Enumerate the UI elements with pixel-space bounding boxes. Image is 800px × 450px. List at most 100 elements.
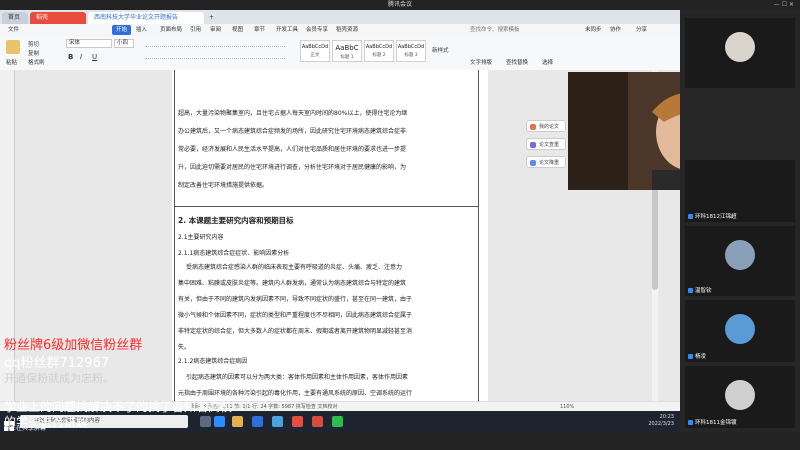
check-icon (530, 142, 536, 148)
select-button[interactable]: 选择 (542, 58, 553, 66)
style-heading-3-name: 标题 3 (404, 53, 418, 58)
menu-review[interactable]: 审阅 (210, 25, 221, 35)
browser-icon[interactable] (272, 416, 283, 427)
tab-document[interactable]: 西南科技大学毕业论文开题报告 (88, 12, 204, 24)
cut-button[interactable]: 剪切 (28, 40, 39, 48)
participant-avatar (725, 32, 755, 62)
participant-tile[interactable]: 环科1812江锦超 (685, 160, 795, 222)
share-button[interactable]: 分享 (636, 25, 647, 35)
style-heading-1[interactable]: AaBbC 标题 1 (332, 40, 362, 62)
window-controls[interactable]: — ☐ ✕ (774, 0, 794, 10)
style-heading-1-name: 标题 1 (340, 55, 354, 60)
doc-text-line: 微小气候和个体因素不同，症状的类型和严重程度也不尽相同，因此病态建筑综合症属于 (178, 312, 413, 319)
table-border-middle (174, 206, 479, 207)
participant-avatar (725, 240, 755, 270)
tencent-meeting-icon[interactable] (214, 416, 225, 427)
my-thesis-label: 我的论文 (539, 124, 560, 130)
find-replace-button[interactable]: 查找替换 (506, 58, 528, 66)
tab-bar: 首页 稻壳 西南科技大学毕业论文开题报告 + (0, 10, 680, 24)
doc-text-line: 超高，大量污染物聚集室内，且住宅占据人每天室内时间的80%以上，使得住宅沦为继 (178, 110, 408, 117)
tab-docer[interactable]: 稻壳 (30, 12, 86, 24)
doc-text-line: 常必要，经济发展和人民生活水平提高，人们对住宅品质和居住环境的要求也进一步提 (178, 146, 407, 153)
copy-button[interactable]: 复制 (28, 49, 39, 57)
edge-browser-icon[interactable] (252, 416, 263, 427)
mic-icon (688, 214, 693, 219)
style-normal[interactable]: AaBbCcDd 正文 (300, 40, 330, 62)
sync-status: 未同步 (585, 27, 602, 33)
style-heading-3[interactable]: AaBbCcDd 标题 3 (396, 40, 426, 62)
overlay-text-fan-badge: 粉丝牌6级加微信粉丝群 (4, 338, 143, 353)
participant-tile[interactable]: 环科1811金锦镀 (685, 366, 795, 428)
doc-text-line: 元指由于周围环境的各种污染引起的毒化作用，主要有通风系统的原因、空调系统的运行 (178, 390, 413, 397)
reduce-duplication-button[interactable]: 论文降重 (526, 156, 566, 168)
alignment-tools[interactable] (145, 53, 285, 59)
menu-insert[interactable]: 插入 (136, 25, 147, 35)
meeting-bottom-bar (0, 432, 800, 450)
paragraph-tools[interactable] (145, 41, 285, 47)
text-tools-button[interactable]: 文字排版 (470, 58, 492, 66)
tab-docer-label: 稻壳 (36, 14, 49, 21)
wps-writer-icon[interactable] (312, 416, 323, 427)
italic-button[interactable]: I (80, 53, 82, 61)
collaborate-button[interactable]: 协作 (610, 25, 621, 35)
overlay-text-qq-group: qq粉丝群712967 (4, 356, 110, 371)
format-painter-button[interactable]: 格式刷 (28, 58, 45, 66)
my-thesis-button[interactable]: 我的论文 (526, 120, 566, 132)
underline-button[interactable]: U (92, 53, 97, 61)
command-search[interactable]: 查找命令、搜索模板 (470, 25, 520, 35)
menu-developer[interactable]: 开发工具 (276, 25, 298, 35)
meeting-title: 腾讯会议 (387, 1, 412, 8)
reduce-duplication-label: 论文降重 (539, 160, 560, 166)
participant-name: 温智钦 (688, 286, 712, 294)
new-style-button[interactable]: 新样式 (432, 46, 449, 54)
font-name-select[interactable]: 宋体 (66, 39, 112, 48)
subsection-heading: 2.1.1病态建筑综合症症状、影响因素分析 (178, 250, 290, 257)
task-view-icon[interactable] (200, 416, 211, 427)
participant-tile[interactable] (685, 18, 795, 88)
participant-name: 环科1812江锦超 (688, 212, 737, 220)
style-heading-2[interactable]: AaBbCcDd 标题 2 (364, 40, 394, 62)
style-heading-2-preview: AaBbCcDd (365, 44, 393, 50)
menu-chapter[interactable]: 章节 (254, 25, 265, 35)
menu-view[interactable]: 视图 (232, 25, 243, 35)
font-size-select[interactable]: 小四 (114, 39, 134, 48)
subsection-heading: 2.1.2病态建筑综合症病因 (178, 358, 248, 365)
menu-file[interactable]: 文件 (8, 25, 19, 35)
subsection-heading: 2.1主要研究内容 (178, 234, 224, 241)
menu-references[interactable]: 引用 (190, 25, 201, 35)
participant-avatar (725, 380, 755, 410)
section-heading: 2. 本课题主要研究内容和预期目标 (178, 216, 294, 225)
doc-text-line: 受病态建筑综合症感染人群的临床表现主要有呼吸道的炎症、头痛、疲乏、注意力 (186, 264, 403, 271)
participant-avatar (725, 314, 755, 344)
participant-tile[interactable]: 杨凌 (685, 300, 795, 362)
document-page[interactable]: 超高，大量污染物聚集室内，且住宅占据人每天室内时间的80%以上，使得住宅沦为继 … (172, 70, 488, 401)
overlay-text-membership: 开通保粉就成为忠粉。 (4, 372, 114, 385)
new-tab-icon[interactable]: + (206, 12, 218, 24)
participant-name: 杨凌 (688, 352, 706, 360)
plagiarism-check-label: 论文查重 (539, 142, 560, 148)
table-border-left (174, 70, 175, 401)
file-explorer-icon[interactable] (232, 416, 243, 427)
participant-tile[interactable]: 温智钦 (685, 226, 795, 296)
tab-home[interactable]: 首页 (2, 12, 28, 24)
screen-share-label: 你正在共享屏幕 (4, 425, 47, 432)
menu-member[interactable]: 会员专享 (306, 25, 328, 35)
clock-time: 20:23 (659, 414, 674, 420)
system-clock[interactable]: 20:23 2022/3/23 (648, 414, 674, 428)
doc-text-line: 非特定症状的综合症，但大多数人的症状都在周末、假期或者离开建筑物明显减轻甚至消 (178, 328, 413, 335)
paste-label[interactable]: 粘贴 (6, 58, 17, 66)
plagiarism-check-button[interactable]: 论文查重 (526, 138, 566, 150)
doc-text-line: 办公建筑后，又一个病态建筑综合症频发的场所，因此研究住宅环境病态建筑综合症非 (178, 128, 407, 135)
style-heading-3-preview: AaBbCcDd (397, 44, 425, 50)
menu-home[interactable]: 开始 (112, 25, 132, 35)
bold-button[interactable]: B (68, 53, 73, 61)
menu-docer-resources[interactable]: 稻壳资源 (336, 25, 358, 35)
paste-icon[interactable] (6, 40, 20, 54)
side-panel: 我的论文 论文查重 论文降重 (526, 120, 566, 220)
wps-office-icon[interactable] (292, 416, 303, 427)
wechat-icon[interactable] (332, 416, 343, 427)
mic-icon (688, 354, 693, 359)
menu-layout[interactable]: 页面布局 (160, 25, 182, 35)
scroll-thumb[interactable] (652, 180, 658, 290)
participant-name: 环科1811金锦镀 (688, 418, 737, 426)
